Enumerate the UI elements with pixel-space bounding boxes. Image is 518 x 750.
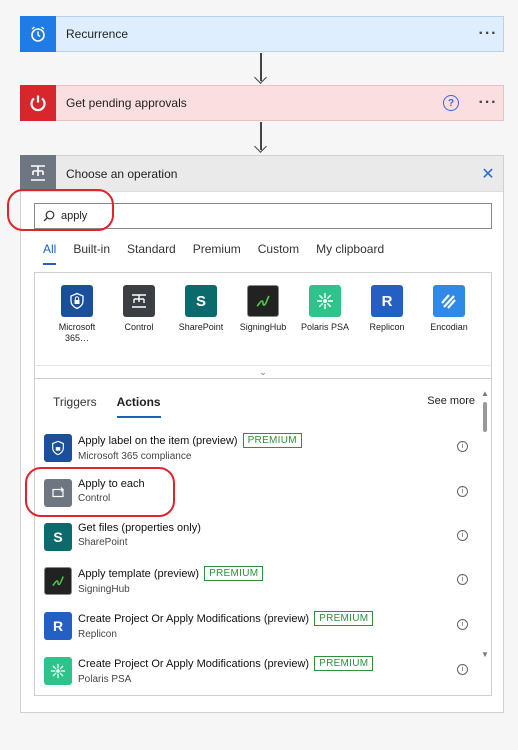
help-icon[interactable]: ? <box>443 95 459 111</box>
tab-premium[interactable]: Premium <box>193 242 241 265</box>
sharepoint-icon: S <box>44 523 72 551</box>
recurrence-step[interactable]: Recurrence ··· <box>20 16 504 52</box>
info-icon[interactable]: i <box>457 441 468 452</box>
choose-operation-panel: Choose an operation ✕ All Built-in Stand… <box>7 155 504 713</box>
action-connector: SigningHub <box>78 584 130 595</box>
action-item[interactable]: Apply template (preview) PREMIUM SigningH… <box>44 564 476 598</box>
signature-icon <box>44 567 72 595</box>
more-options-icon[interactable]: ··· <box>473 25 503 43</box>
info-icon[interactable]: i <box>457 486 468 497</box>
panel-title: Choose an operation <box>66 166 178 181</box>
polaris-icon <box>44 657 72 685</box>
action-item[interactable]: Create Project Or Apply Modifications (p… <box>44 654 476 688</box>
chevron-down-icon: ⌄ <box>259 366 267 377</box>
operation-icon <box>20 155 56 191</box>
action-name: Apply to each <box>78 478 145 490</box>
tab-triggers[interactable]: Triggers <box>53 395 97 418</box>
results-section: Triggers Actions See more Apply label on… <box>34 379 492 696</box>
power-icon <box>20 85 56 121</box>
replicon-r-icon: R <box>44 612 72 640</box>
action-connector: Polaris PSA <box>78 674 132 685</box>
connector-label: Encodian <box>430 322 468 332</box>
premium-badge: PREMIUM <box>314 656 374 671</box>
action-name: Apply label on the item (preview) <box>78 434 238 447</box>
step-title: Recurrence <box>66 27 129 41</box>
see-more-link[interactable]: See more <box>427 395 475 407</box>
action-connector: Replicon <box>78 629 117 640</box>
scroll-up-icon[interactable]: ▲ <box>480 389 490 398</box>
premium-badge: PREMIUM <box>242 433 302 448</box>
action-connector: SharePoint <box>78 537 128 548</box>
polaris-icon <box>309 285 341 317</box>
expand-connectors-toggle[interactable]: ⌄ <box>34 365 492 379</box>
connector-arrow <box>254 53 267 84</box>
connector-list: Microsoft 365… Control S SharePoint Sign… <box>34 272 492 380</box>
connector-label: Polaris PSA <box>300 322 350 332</box>
result-tabs: Triggers Actions <box>53 395 181 418</box>
get-pending-approvals-step[interactable]: Get pending approvals ? ··· <box>20 85 504 121</box>
action-name: Apply template (preview) <box>78 567 200 580</box>
control-icon <box>123 285 155 317</box>
tab-actions[interactable]: Actions <box>116 395 161 418</box>
tab-my-clipboard[interactable]: My clipboard <box>316 242 384 265</box>
premium-badge: PREMIUM <box>314 611 374 626</box>
search-input[interactable] <box>61 210 441 222</box>
tab-custom[interactable]: Custom <box>258 242 299 265</box>
info-icon[interactable]: i <box>457 530 468 541</box>
alarm-clock-icon <box>20 16 56 52</box>
action-name: Get files (properties only) <box>78 522 201 534</box>
encodian-stripes-icon <box>433 285 465 317</box>
connector-arrow <box>254 122 267 153</box>
step-title: Get pending approvals <box>66 96 187 110</box>
action-item[interactable]: Apply to each Control i <box>44 476 476 510</box>
connector-label: Microsoft 365… <box>58 322 96 343</box>
connector-label: SharePoint <box>178 322 224 332</box>
connector-label: Replicon <box>369 322 405 332</box>
search-box[interactable] <box>34 203 492 229</box>
scroll-thumb[interactable] <box>483 402 487 432</box>
connector-label: Control <box>124 322 154 332</box>
info-icon[interactable]: i <box>457 574 468 585</box>
category-tabs: All Built-in Standard Premium Custom My … <box>43 242 401 265</box>
sharepoint-icon: S <box>185 285 217 317</box>
info-icon[interactable]: i <box>457 619 468 630</box>
connector-label: SigningHub <box>239 322 287 332</box>
action-connector: Microsoft 365 compliance <box>78 451 192 462</box>
tab-all[interactable]: All <box>43 242 57 265</box>
action-name: Create Project Or Apply Modifications (p… <box>78 612 310 625</box>
action-name: Create Project Or Apply Modifications (p… <box>78 657 310 670</box>
loop-icon <box>44 479 72 507</box>
action-connector: Control <box>78 493 111 504</box>
scrollbar[interactable]: ▲ ▼ <box>480 389 490 659</box>
premium-badge: PREMIUM <box>204 566 264 581</box>
shield-lock-icon <box>61 285 93 317</box>
signature-icon <box>247 285 279 317</box>
action-item[interactable]: Apply label on the item (preview) PREMIUM… <box>44 431 476 465</box>
action-item[interactable]: R Create Project Or Apply Modifications … <box>44 609 476 643</box>
tab-built-in[interactable]: Built-in <box>73 242 110 265</box>
replicon-r-icon: R <box>371 285 403 317</box>
more-options-icon[interactable]: ··· <box>473 94 503 112</box>
scroll-down-icon[interactable]: ▼ <box>480 650 490 659</box>
close-icon[interactable]: ✕ <box>473 164 503 184</box>
tab-standard[interactable]: Standard <box>127 242 176 265</box>
shield-lock-icon <box>44 434 72 462</box>
panel-header: Choose an operation ✕ <box>20 155 503 192</box>
info-icon[interactable]: i <box>457 664 468 675</box>
action-item[interactable]: S Get files (properties only) SharePoint… <box>44 520 476 554</box>
search-icon <box>43 210 55 222</box>
